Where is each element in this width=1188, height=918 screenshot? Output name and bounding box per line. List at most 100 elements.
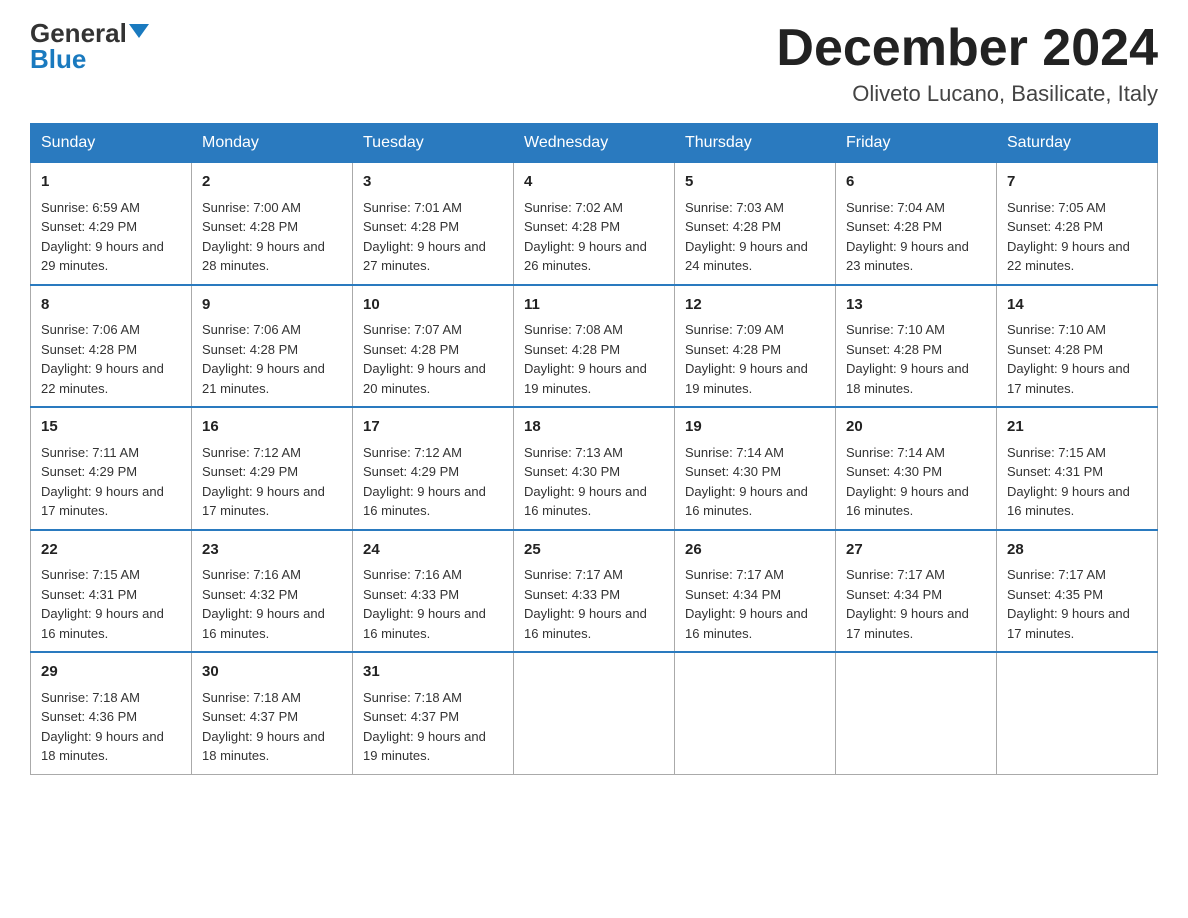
week-row-4: 22 Sunrise: 7:15 AMSunset: 4:31 PMDaylig… xyxy=(31,530,1158,653)
day-number: 12 xyxy=(685,294,825,317)
calendar-cell: 5 Sunrise: 7:03 AMSunset: 4:28 PMDayligh… xyxy=(675,163,836,285)
calendar-cell: 3 Sunrise: 7:01 AMSunset: 4:28 PMDayligh… xyxy=(353,163,514,285)
day-number: 15 xyxy=(41,416,181,439)
day-info: Sunrise: 7:18 AMSunset: 4:36 PMDaylight:… xyxy=(41,690,164,764)
day-number: 20 xyxy=(846,416,986,439)
day-info: Sunrise: 7:06 AMSunset: 4:28 PMDaylight:… xyxy=(202,322,325,396)
day-number: 23 xyxy=(202,539,342,562)
day-number: 18 xyxy=(524,416,664,439)
day-info: Sunrise: 7:10 AMSunset: 4:28 PMDaylight:… xyxy=(1007,322,1130,396)
calendar-cell: 20 Sunrise: 7:14 AMSunset: 4:30 PMDaylig… xyxy=(836,407,997,530)
day-info: Sunrise: 7:15 AMSunset: 4:31 PMDaylight:… xyxy=(1007,445,1130,519)
day-info: Sunrise: 7:14 AMSunset: 4:30 PMDaylight:… xyxy=(846,445,969,519)
calendar-cell: 9 Sunrise: 7:06 AMSunset: 4:28 PMDayligh… xyxy=(192,285,353,408)
day-info: Sunrise: 7:08 AMSunset: 4:28 PMDaylight:… xyxy=(524,322,647,396)
week-row-5: 29 Sunrise: 7:18 AMSunset: 4:36 PMDaylig… xyxy=(31,652,1158,774)
weekday-header-friday: Friday xyxy=(836,124,997,163)
calendar-cell: 19 Sunrise: 7:14 AMSunset: 4:30 PMDaylig… xyxy=(675,407,836,530)
day-number: 28 xyxy=(1007,539,1147,562)
day-info: Sunrise: 7:17 AMSunset: 4:34 PMDaylight:… xyxy=(846,567,969,641)
calendar-cell: 22 Sunrise: 7:15 AMSunset: 4:31 PMDaylig… xyxy=(31,530,192,653)
logo-blue-text: Blue xyxy=(30,46,86,72)
day-number: 8 xyxy=(41,294,181,317)
day-number: 3 xyxy=(363,171,503,194)
calendar-cell: 25 Sunrise: 7:17 AMSunset: 4:33 PMDaylig… xyxy=(514,530,675,653)
calendar-cell: 29 Sunrise: 7:18 AMSunset: 4:36 PMDaylig… xyxy=(31,652,192,774)
calendar-cell: 14 Sunrise: 7:10 AMSunset: 4:28 PMDaylig… xyxy=(997,285,1158,408)
weekday-header-monday: Monday xyxy=(192,124,353,163)
week-row-3: 15 Sunrise: 7:11 AMSunset: 4:29 PMDaylig… xyxy=(31,407,1158,530)
day-info: Sunrise: 7:17 AMSunset: 4:33 PMDaylight:… xyxy=(524,567,647,641)
calendar-cell: 17 Sunrise: 7:12 AMSunset: 4:29 PMDaylig… xyxy=(353,407,514,530)
calendar-cell: 6 Sunrise: 7:04 AMSunset: 4:28 PMDayligh… xyxy=(836,163,997,285)
month-title: December 2024 xyxy=(776,20,1158,77)
day-number: 7 xyxy=(1007,171,1147,194)
calendar-cell: 13 Sunrise: 7:10 AMSunset: 4:28 PMDaylig… xyxy=(836,285,997,408)
logo: General Blue xyxy=(30,20,149,72)
day-info: Sunrise: 6:59 AMSunset: 4:29 PMDaylight:… xyxy=(41,200,164,274)
day-info: Sunrise: 7:07 AMSunset: 4:28 PMDaylight:… xyxy=(363,322,486,396)
day-info: Sunrise: 7:16 AMSunset: 4:33 PMDaylight:… xyxy=(363,567,486,641)
day-info: Sunrise: 7:00 AMSunset: 4:28 PMDaylight:… xyxy=(202,200,325,274)
day-info: Sunrise: 7:18 AMSunset: 4:37 PMDaylight:… xyxy=(202,690,325,764)
calendar-cell: 2 Sunrise: 7:00 AMSunset: 4:28 PMDayligh… xyxy=(192,163,353,285)
calendar-cell: 4 Sunrise: 7:02 AMSunset: 4:28 PMDayligh… xyxy=(514,163,675,285)
day-number: 29 xyxy=(41,661,181,684)
day-info: Sunrise: 7:10 AMSunset: 4:28 PMDaylight:… xyxy=(846,322,969,396)
day-info: Sunrise: 7:18 AMSunset: 4:37 PMDaylight:… xyxy=(363,690,486,764)
logo-triangle-icon xyxy=(129,24,149,38)
day-number: 9 xyxy=(202,294,342,317)
day-info: Sunrise: 7:12 AMSunset: 4:29 PMDaylight:… xyxy=(202,445,325,519)
calendar-cell: 28 Sunrise: 7:17 AMSunset: 4:35 PMDaylig… xyxy=(997,530,1158,653)
day-number: 25 xyxy=(524,539,664,562)
day-info: Sunrise: 7:15 AMSunset: 4:31 PMDaylight:… xyxy=(41,567,164,641)
day-info: Sunrise: 7:11 AMSunset: 4:29 PMDaylight:… xyxy=(41,445,164,519)
calendar-cell: 31 Sunrise: 7:18 AMSunset: 4:37 PMDaylig… xyxy=(353,652,514,774)
day-number: 1 xyxy=(41,171,181,194)
calendar-cell: 26 Sunrise: 7:17 AMSunset: 4:34 PMDaylig… xyxy=(675,530,836,653)
calendar-cell: 7 Sunrise: 7:05 AMSunset: 4:28 PMDayligh… xyxy=(997,163,1158,285)
day-number: 22 xyxy=(41,539,181,562)
day-info: Sunrise: 7:02 AMSunset: 4:28 PMDaylight:… xyxy=(524,200,647,274)
calendar-cell: 16 Sunrise: 7:12 AMSunset: 4:29 PMDaylig… xyxy=(192,407,353,530)
calendar-cell: 30 Sunrise: 7:18 AMSunset: 4:37 PMDaylig… xyxy=(192,652,353,774)
week-row-2: 8 Sunrise: 7:06 AMSunset: 4:28 PMDayligh… xyxy=(31,285,1158,408)
day-number: 19 xyxy=(685,416,825,439)
day-info: Sunrise: 7:03 AMSunset: 4:28 PMDaylight:… xyxy=(685,200,808,274)
weekday-header-row: SundayMondayTuesdayWednesdayThursdayFrid… xyxy=(31,124,1158,163)
day-info: Sunrise: 7:05 AMSunset: 4:28 PMDaylight:… xyxy=(1007,200,1130,274)
day-number: 31 xyxy=(363,661,503,684)
day-info: Sunrise: 7:14 AMSunset: 4:30 PMDaylight:… xyxy=(685,445,808,519)
day-number: 11 xyxy=(524,294,664,317)
day-number: 13 xyxy=(846,294,986,317)
weekday-header-wednesday: Wednesday xyxy=(514,124,675,163)
day-number: 5 xyxy=(685,171,825,194)
calendar-cell: 11 Sunrise: 7:08 AMSunset: 4:28 PMDaylig… xyxy=(514,285,675,408)
calendar-cell xyxy=(675,652,836,774)
day-number: 26 xyxy=(685,539,825,562)
calendar-cell: 15 Sunrise: 7:11 AMSunset: 4:29 PMDaylig… xyxy=(31,407,192,530)
weekday-header-sunday: Sunday xyxy=(31,124,192,163)
day-info: Sunrise: 7:04 AMSunset: 4:28 PMDaylight:… xyxy=(846,200,969,274)
weekday-header-tuesday: Tuesday xyxy=(353,124,514,163)
day-info: Sunrise: 7:09 AMSunset: 4:28 PMDaylight:… xyxy=(685,322,808,396)
calendar-cell: 1 Sunrise: 6:59 AMSunset: 4:29 PMDayligh… xyxy=(31,163,192,285)
weekday-header-thursday: Thursday xyxy=(675,124,836,163)
day-number: 30 xyxy=(202,661,342,684)
page-header: General Blue December 2024 Oliveto Lucan… xyxy=(30,20,1158,107)
day-info: Sunrise: 7:17 AMSunset: 4:34 PMDaylight:… xyxy=(685,567,808,641)
day-number: 4 xyxy=(524,171,664,194)
weekday-header-saturday: Saturday xyxy=(997,124,1158,163)
calendar-cell: 23 Sunrise: 7:16 AMSunset: 4:32 PMDaylig… xyxy=(192,530,353,653)
day-number: 2 xyxy=(202,171,342,194)
calendar-cell: 12 Sunrise: 7:09 AMSunset: 4:28 PMDaylig… xyxy=(675,285,836,408)
calendar-cell: 24 Sunrise: 7:16 AMSunset: 4:33 PMDaylig… xyxy=(353,530,514,653)
day-info: Sunrise: 7:13 AMSunset: 4:30 PMDaylight:… xyxy=(524,445,647,519)
location-subtitle: Oliveto Lucano, Basilicate, Italy xyxy=(776,81,1158,107)
day-number: 16 xyxy=(202,416,342,439)
day-info: Sunrise: 7:16 AMSunset: 4:32 PMDaylight:… xyxy=(202,567,325,641)
day-number: 21 xyxy=(1007,416,1147,439)
day-number: 17 xyxy=(363,416,503,439)
logo-general-text: General xyxy=(30,20,127,46)
week-row-1: 1 Sunrise: 6:59 AMSunset: 4:29 PMDayligh… xyxy=(31,163,1158,285)
